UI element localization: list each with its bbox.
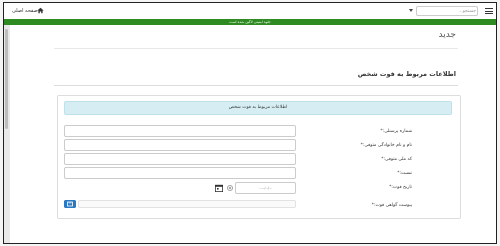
death-certificate-label: پیوست گواهی فوت:* (371, 203, 412, 208)
scrollbar-thumb[interactable] (5, 29, 8, 129)
panel-header: اطلاعات مربوط به فوت شخص (64, 101, 452, 115)
scrollbar[interactable] (4, 25, 10, 243)
form-panel: اطلاعات مربوط به فوت شخص شماره پرسنلی:* … (57, 95, 461, 219)
search-input[interactable] (418, 7, 478, 15)
home-icon[interactable] (37, 7, 44, 14)
national-code-input[interactable] (64, 153, 296, 165)
deceased-name-input[interactable] (64, 139, 296, 151)
clear-icon[interactable] (227, 185, 233, 191)
section-title: اطلاعات مربوط به فوت شخص (357, 70, 456, 78)
divider (54, 48, 458, 49)
search-box[interactable] (416, 6, 478, 16)
upload-icon[interactable] (64, 200, 76, 208)
divider (54, 85, 458, 86)
personnel-number-label: شماره پرسنلی:* (380, 129, 412, 134)
chevron-down-icon[interactable] (409, 9, 413, 12)
personnel-number-input[interactable] (64, 125, 296, 137)
status-notice-bar: جلوه امنیتی لاگین شده است (4, 19, 496, 25)
death-certificate-file-input[interactable] (78, 200, 296, 208)
deceased-name-label: نام و نام خانوادگی متوفی:* (360, 143, 412, 148)
page-title: جدید (438, 30, 456, 40)
death-date-input[interactable]: ----/--/-- (235, 182, 296, 194)
national-code-label: کد ملی متوفی:* (381, 157, 412, 162)
home-link-label[interactable]: صفحه اصلی (12, 8, 38, 14)
app-window: صفحه اصلی جلوه امنیتی لاگین شده است جدید… (3, 2, 497, 244)
death-date-picker: ----/--/-- (215, 182, 296, 194)
death-date-label: تاریخ فوت:* (389, 185, 412, 190)
top-navbar: صفحه اصلی (4, 3, 496, 20)
relation-input[interactable] (64, 167, 296, 179)
calendar-icon[interactable] (215, 184, 223, 192)
hamburger-icon[interactable] (485, 8, 493, 14)
relation-label: نسبت:* (397, 171, 412, 176)
